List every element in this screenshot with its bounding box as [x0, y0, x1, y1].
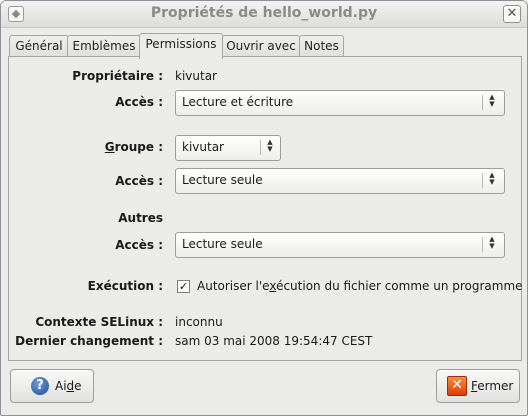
tab-notes[interactable]: Notes [299, 35, 344, 57]
others-access-value: Lecture seule [182, 237, 263, 251]
group-select[interactable]: kivutar ▲ ▼ [175, 135, 281, 161]
checkmark-icon: ✓ [178, 280, 189, 293]
others-label: Autres [118, 211, 163, 225]
help-label-before: Ai [55, 379, 67, 393]
combo-separator [482, 237, 483, 252]
owner-value: kivutar [175, 69, 217, 83]
owner-access-value: Lecture et écriture [182, 95, 294, 109]
tab-emblems[interactable]: Emblèmes [67, 35, 141, 57]
group-access-select[interactable]: Lecture seule ▲ ▼ [175, 168, 505, 194]
properties-window: Propriétés de hello_world.py ✕ Général E… [0, 0, 528, 416]
tab-open-with[interactable]: Ouvrir avec [222, 35, 300, 57]
close-icon[interactable]: ✕ [503, 5, 521, 23]
tab-general[interactable]: Général [9, 35, 69, 57]
owner-access-select[interactable]: Lecture et écriture ▲ ▼ [175, 90, 505, 116]
others-access-select[interactable]: Lecture seule ▲ ▼ [175, 232, 505, 258]
updown-arrows-icon: ▲ ▼ [267, 138, 273, 153]
group-label: Groupe : [105, 140, 163, 154]
execution-label: Exécution : [87, 279, 163, 293]
execute-checkbox-label[interactable]: Autoriser l'exécution du fichier comme u… [197, 279, 523, 293]
group-access-value: Lecture seule [182, 173, 263, 187]
owner-label: Propriétaire : [72, 69, 163, 83]
selinux-value: inconnu [175, 315, 223, 329]
combo-separator [482, 95, 483, 110]
updown-arrows-icon: ▲ ▼ [489, 235, 495, 250]
execute-checkbox[interactable]: ✓ [177, 280, 190, 293]
help-button-label: Aide [55, 379, 82, 393]
help-button[interactable]: ? Aide [10, 369, 94, 403]
permissions-panel: Propriétaire : kivutar Accès : Lecture e… [8, 56, 523, 361]
execute-label-before: Autoriser l'e [197, 279, 270, 293]
tab-permissions[interactable]: Permissions [139, 33, 223, 59]
title-bar[interactable]: Propriétés de hello_world.py ✕ [1, 1, 527, 28]
others-access-label: Accès : [115, 238, 163, 252]
group-label-mnemonic: G [104, 140, 115, 154]
combo-separator [260, 140, 261, 155]
help-label-after: e [74, 379, 82, 393]
owner-access-label: Accès : [115, 95, 163, 109]
group-label-after: roupe : [114, 140, 163, 154]
close-red-icon: ✕ [447, 376, 467, 396]
updown-arrows-icon: ▲ ▼ [489, 171, 495, 186]
close-label-after: ermer [477, 379, 514, 393]
window-title: Propriétés de hello_world.py [150, 5, 378, 21]
help-icon: ? [31, 377, 49, 395]
selinux-label: Contexte SELinux : [35, 315, 163, 329]
execute-label-after: écution du fichier comme un programme [276, 279, 523, 293]
last-change-label: Dernier changement : [15, 334, 163, 348]
close-button[interactable]: ✕ Fermer [436, 369, 520, 403]
last-change-value: sam 03 mai 2008 19:54:47 CEST [175, 334, 373, 348]
updown-arrows-icon: ▲ ▼ [489, 93, 495, 108]
close-button-label: Fermer [471, 379, 513, 393]
group-access-label: Accès : [115, 174, 163, 188]
group-value: kivutar [182, 140, 224, 154]
combo-separator [482, 173, 483, 188]
